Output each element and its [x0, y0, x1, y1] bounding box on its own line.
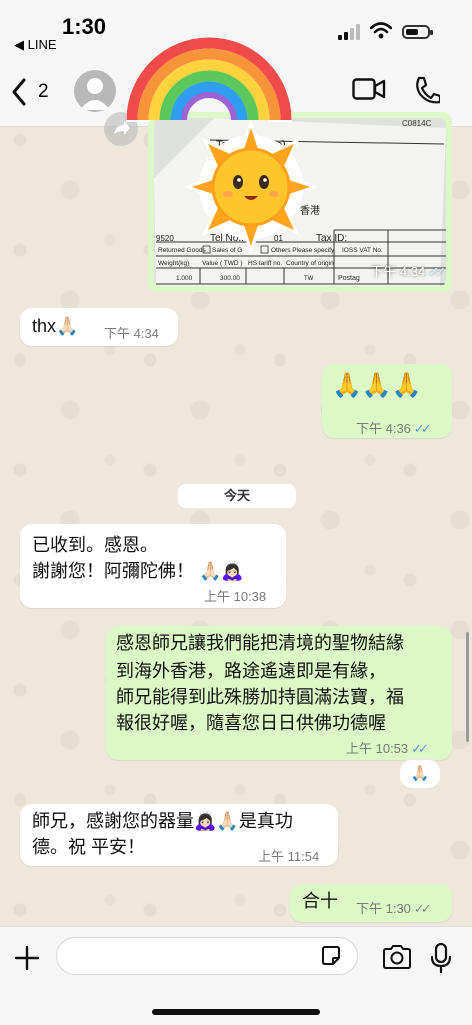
svg-text:Value ( TWD ): Value ( TWD ) — [202, 260, 243, 267]
message-time: 下午 1:30 ✓✓ — [356, 901, 432, 916]
message-text: 報很好喔，隨喜您日日供佛功德喔 — [116, 713, 386, 733]
incoming-message[interactable]: thx🙏🏻 下午 4:34 — [20, 308, 178, 346]
svg-text:Weight(kg): Weight(kg) — [158, 260, 189, 267]
status-time: 1:30 — [62, 14, 107, 39]
message-text: 師兄能得到此殊勝加持圓滿法寶，福 — [116, 687, 404, 707]
plus-icon[interactable] — [14, 945, 40, 971]
cell-signal-icon — [338, 24, 360, 40]
read-ticks-icon: ✓✓ — [428, 264, 446, 279]
message-text: 德。祝 平安！ — [32, 837, 146, 857]
message-time: 下午 4:34 — [104, 326, 159, 341]
svg-text:HS tariff no.: HS tariff no. — [248, 260, 282, 267]
svg-text:Country of origin: Country of origin — [286, 260, 334, 267]
message-time: 上午 10:53 ✓✓ — [346, 741, 429, 756]
outgoing-message[interactable]: 感恩師兄讓我們能把清境的聖物結緣 到海外香港，路途遙遠即是有緣， 師兄能得到此殊… — [106, 626, 452, 760]
message-text: 到海外香港，路途遙遠即是有緣， — [116, 661, 386, 681]
svg-text:9520: 9520 — [156, 234, 174, 243]
message-text: 師兄，感謝您的器量🙇🏻‍♀️🙏🏻是真功 — [32, 811, 293, 831]
delivered-ticks-icon: ✓✓ — [413, 901, 432, 916]
read-ticks-icon: ✓✓ — [413, 421, 432, 436]
sun-sticker[interactable] — [182, 118, 320, 256]
doc-code-top: C0814C — [402, 119, 432, 128]
message-text: 合十 — [302, 891, 338, 911]
svg-text:1.000: 1.000 — [176, 275, 193, 282]
message-reaction[interactable]: 🙏🏻 — [398, 758, 442, 790]
video-call-icon[interactable] — [352, 78, 386, 100]
message-time: 上午 10:38 — [204, 589, 267, 604]
message-text: 謝謝您！阿彌陀佛！ 🙏🏻🙇🏻‍♀️ — [32, 561, 244, 581]
message-text: 已收到。感恩。 — [32, 535, 158, 555]
message-text: thx🙏🏻 — [32, 316, 79, 336]
outgoing-message[interactable]: 🙏🙏🙏 下午 4:36 ✓✓ — [322, 364, 452, 438]
date-separator: 今天 — [178, 484, 296, 508]
camera-icon[interactable] — [382, 945, 412, 969]
incoming-message[interactable]: 師兄，感謝您的器量🙇🏻‍♀️🙏🏻是真功 德。祝 平安！ 上午 11:54 — [20, 804, 338, 866]
contact-avatar[interactable] — [74, 70, 116, 112]
svg-text:300.00: 300.00 — [220, 275, 240, 282]
svg-text:IOSS VAT No.: IOSS VAT No. — [342, 247, 383, 254]
unread-count[interactable]: 2 — [38, 81, 49, 103]
svg-text:TW: TW — [304, 276, 314, 282]
rainbow-sticker[interactable] — [118, 18, 300, 128]
read-ticks-icon: ✓✓ — [411, 741, 429, 756]
message-time: 上午 11:54 — [258, 849, 320, 864]
phone-call-icon[interactable] — [414, 76, 440, 104]
home-indicator[interactable] — [152, 1009, 320, 1015]
message-input[interactable] — [56, 937, 358, 975]
svg-text:Postag: Postag — [338, 275, 360, 282]
message-time: 下午 4:36 ✓✓ — [356, 421, 432, 436]
message-time: 下午 4:34 ✓✓ — [370, 264, 446, 279]
incoming-message[interactable]: 已收到。感恩。 謝謝您！阿彌陀佛！ 🙏🏻🙇🏻‍♀️ 上午 10:38 — [20, 524, 286, 608]
microphone-icon[interactable] — [430, 943, 452, 973]
battery-icon — [402, 25, 433, 39]
outgoing-message[interactable]: 合十 下午 1:30 ✓✓ — [290, 884, 452, 922]
scrollbar[interactable] — [466, 632, 469, 742]
message-composer — [0, 926, 472, 1025]
message-text: 🙏🙏🙏 — [332, 372, 422, 399]
avatar-placeholder-icon — [80, 78, 110, 110]
sticker-icon[interactable] — [320, 945, 342, 967]
message-text: 感恩師兄讓我們能把清境的聖物結緣 — [116, 633, 404, 653]
back-to-app-link[interactable]: ◀ LINE — [14, 37, 57, 53]
svg-text:Tax ID:: Tax ID: — [316, 233, 347, 244]
wifi-icon — [370, 22, 392, 39]
